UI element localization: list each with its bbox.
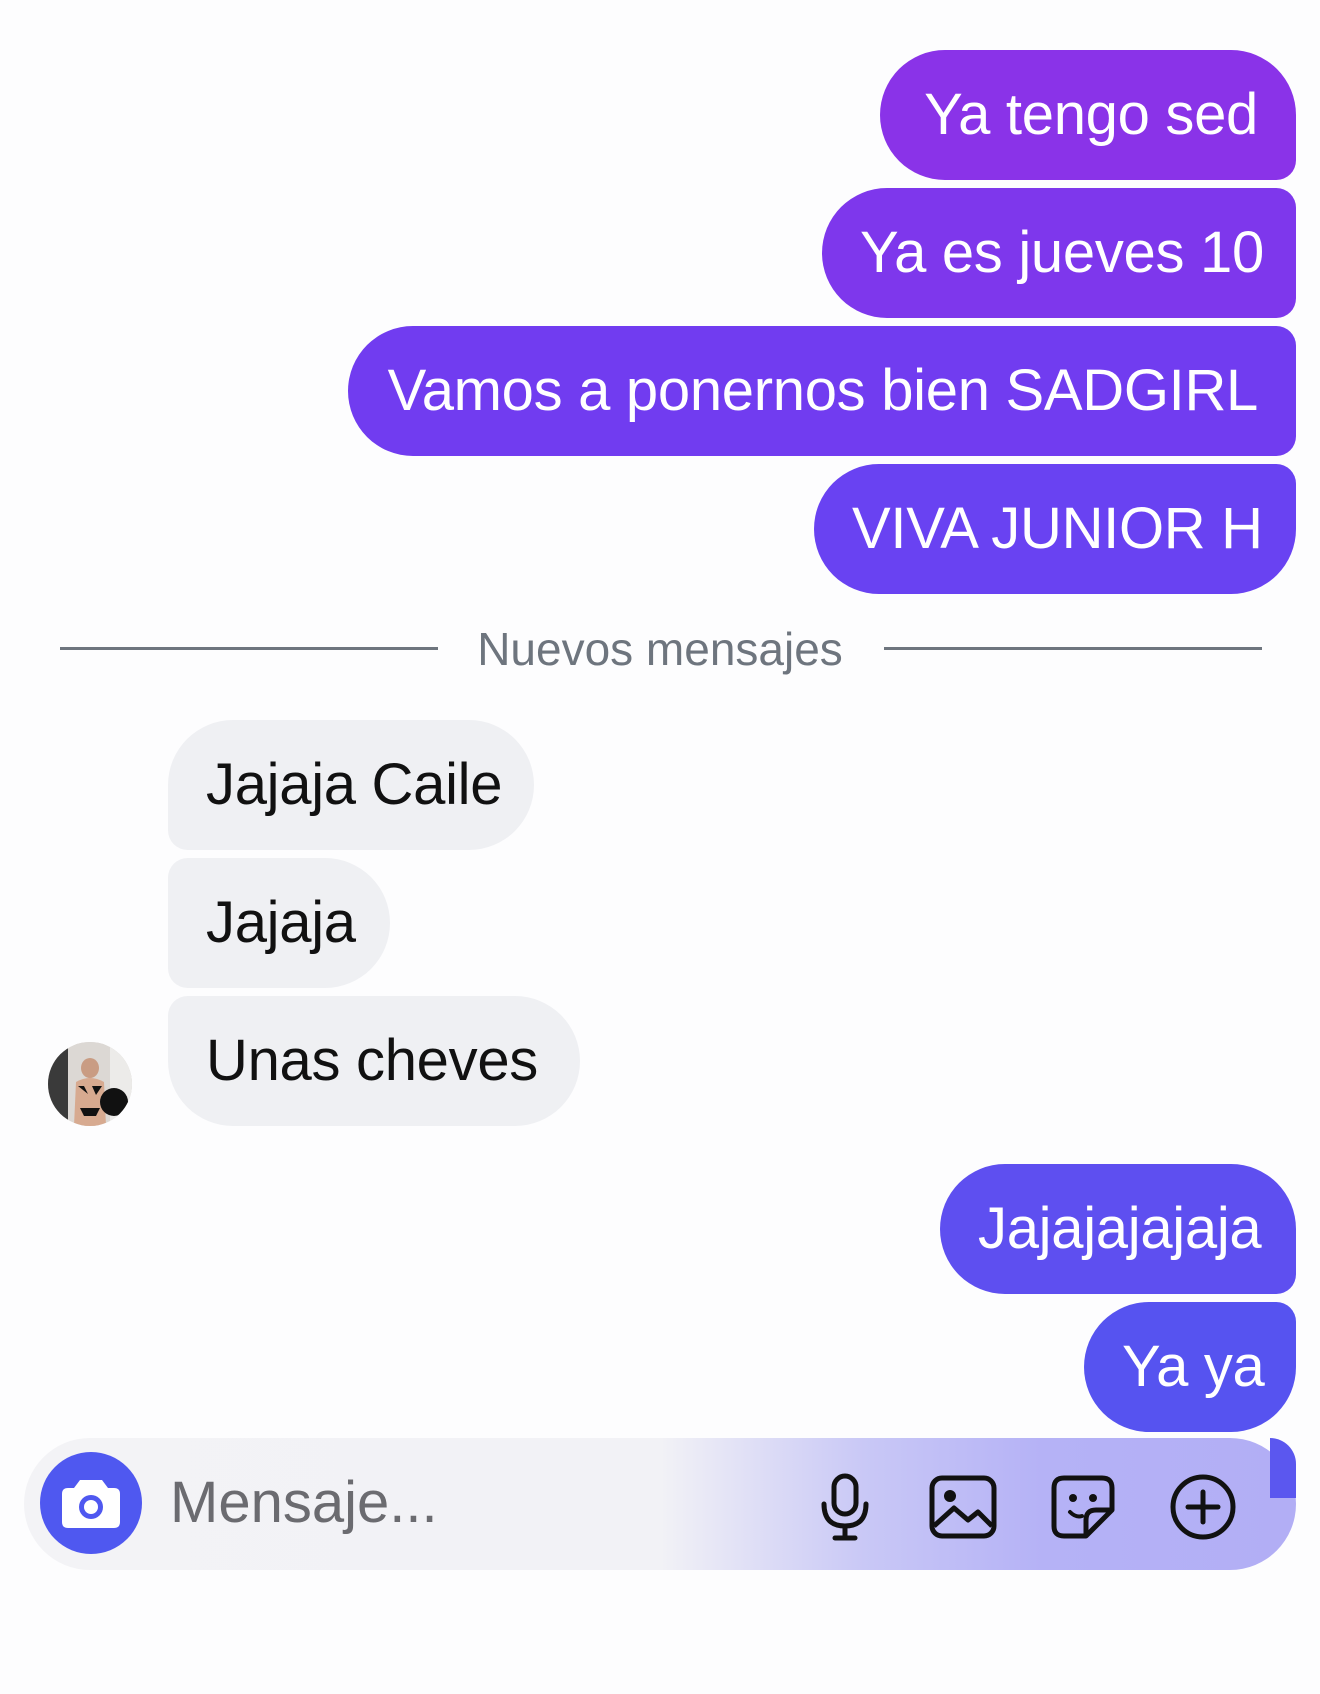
microphone-icon (821, 1473, 869, 1541)
microphone-button[interactable] (808, 1470, 882, 1544)
incoming-message[interactable]: Unas cheves (168, 996, 580, 1126)
sticker-button[interactable] (1046, 1470, 1120, 1544)
avatar-photo-icon (48, 1042, 132, 1126)
sticker-icon (1051, 1475, 1115, 1539)
image-icon (929, 1475, 997, 1539)
add-circle-icon (1170, 1474, 1236, 1540)
message-input[interactable] (170, 1462, 770, 1542)
divider-line-right (884, 647, 1262, 650)
composer-edge (1270, 1438, 1296, 1498)
sender-avatar[interactable] (48, 1042, 132, 1126)
incoming-message[interactable]: Jajaja Caile (168, 720, 534, 850)
outgoing-message[interactable]: Jajajajajaja (940, 1164, 1296, 1294)
camera-button[interactable] (40, 1452, 142, 1554)
outgoing-message[interactable]: Vamos a ponernos bien SADGIRL (348, 326, 1296, 456)
incoming-message[interactable]: Jajaja (168, 858, 390, 988)
outgoing-message[interactable]: Ya ya (1084, 1302, 1296, 1432)
outgoing-message[interactable]: Ya tengo sed (880, 50, 1296, 180)
outgoing-message[interactable]: VIVA JUNIOR H (814, 464, 1296, 594)
gallery-button[interactable] (926, 1470, 1000, 1544)
outgoing-message[interactable]: Ya es jueves 10 (822, 188, 1296, 318)
camera-icon (62, 1480, 120, 1528)
more-button[interactable] (1166, 1470, 1240, 1544)
chat-screen: Ya tengo sed Ya es jueves 10 Vamos a pon… (0, 0, 1320, 1694)
